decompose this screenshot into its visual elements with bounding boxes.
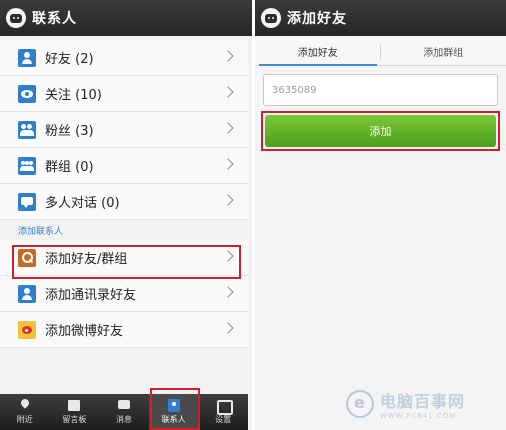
chevron-right-icon [222, 322, 234, 334]
add-friend-title: 添加好友 [287, 11, 347, 27]
add-type-tabs: 添加好友 添加群组 [255, 38, 506, 66]
friends-icon [18, 48, 36, 67]
tab-add-group[interactable]: 添加群组 [381, 38, 506, 65]
list-item-label: 群组 (0) [45, 160, 94, 175]
chat-app-icon [6, 8, 26, 28]
chevron-right-icon [222, 50, 234, 62]
list-item-add-weibo[interactable]: 添加微博好友 [0, 312, 248, 348]
tab-settings[interactable]: 设置 [198, 394, 248, 430]
add-contacts-section-label: 添加联系人 [0, 220, 248, 240]
list-item-add-friend-group[interactable]: 添加好友/群组 [0, 240, 248, 276]
list-item-groups[interactable]: 群组 (0) [0, 148, 248, 184]
chevron-right-icon [222, 250, 234, 262]
contacts-icon [167, 399, 181, 412]
list-item-add-address-book[interactable]: 添加通讯录好友 [0, 276, 248, 312]
search-icon [18, 248, 36, 267]
list-item-label: 粉丝 (3) [45, 124, 94, 139]
list-item-follow[interactable]: 关注 (10) [0, 76, 248, 112]
list-item-fans[interactable]: 粉丝 (3) [0, 112, 248, 148]
tab-messages[interactable]: 消息 [99, 394, 149, 430]
message-board-icon [67, 399, 81, 412]
add-friend-screen: 添加好友 添加好友 添加群组 3635089 添加 [255, 0, 506, 430]
account-input[interactable]: 3635089 [263, 74, 498, 106]
tab-nearby[interactable]: 附近 [0, 394, 50, 430]
list-item-label: 好友 (2) [45, 52, 94, 67]
list-item-multi-chat[interactable]: 多人对话 (0) [0, 184, 248, 220]
location-pin-icon [18, 399, 32, 412]
bottom-tab-bar: 附近 留言板 消息 联系人 设置 [0, 394, 248, 430]
group-icon [18, 156, 36, 175]
site-logo-icon [346, 390, 374, 418]
follow-icon [18, 84, 36, 103]
list-item-label: 添加好友/群组 [45, 252, 128, 267]
chevron-right-icon [222, 86, 234, 98]
add-friend-title-bar: 添加好友 [255, 0, 506, 36]
settings-icon [216, 399, 234, 415]
list-item-label: 关注 (10) [45, 88, 102, 103]
address-book-icon [18, 284, 36, 303]
list-item-label: 添加微博好友 [45, 324, 124, 339]
multi-chat-icon [18, 192, 36, 211]
chevron-right-icon [222, 122, 234, 134]
watermark-url: WWW.PC841.COM [380, 412, 457, 420]
message-icon [117, 399, 131, 412]
contacts-title-bar: 联系人 [0, 0, 252, 36]
contacts-list: 好友 (2) 关注 (10) 粉丝 (3) 群组 (0) 多人对话 (0) 添加… [0, 40, 248, 348]
tab-label: 联系人 [161, 415, 186, 424]
tab-message-board[interactable]: 留言板 [50, 394, 100, 430]
tab-contacts[interactable]: 联系人 [148, 394, 199, 430]
watermark-text: 电脑百事网 WWW.PC841.COM [380, 388, 465, 420]
tab-label: 留言板 [62, 415, 87, 424]
chevron-right-icon [222, 158, 234, 170]
list-item-friends[interactable]: 好友 (2) [0, 40, 248, 76]
chevron-right-icon [222, 286, 234, 298]
list-item-label: 添加通讯录好友 [45, 288, 137, 303]
add-button[interactable]: 添加 [265, 115, 496, 147]
tab-label: 设置 [215, 415, 232, 424]
contacts-title: 联系人 [32, 11, 77, 27]
tab-label: 附近 [16, 415, 33, 424]
tab-label: 消息 [115, 415, 132, 424]
fans-icon [18, 120, 36, 139]
list-item-label: 多人对话 (0) [45, 196, 120, 211]
weibo-icon [18, 320, 36, 339]
screenshot: 联系人 好友 (2) 关注 (10) 粉丝 (3) 群组 (0) 多人对话 (0… [0, 0, 506, 430]
chevron-right-icon [222, 194, 234, 206]
contacts-screen: 联系人 好友 (2) 关注 (10) 粉丝 (3) 群组 (0) 多人对话 (0… [0, 0, 252, 430]
watermark-name: 电脑百事网 [380, 392, 466, 411]
site-watermark: 电脑百事网 WWW.PC841.COM [346, 384, 506, 424]
chat-app-icon [261, 8, 281, 28]
tab-add-friend[interactable]: 添加好友 [255, 38, 381, 66]
